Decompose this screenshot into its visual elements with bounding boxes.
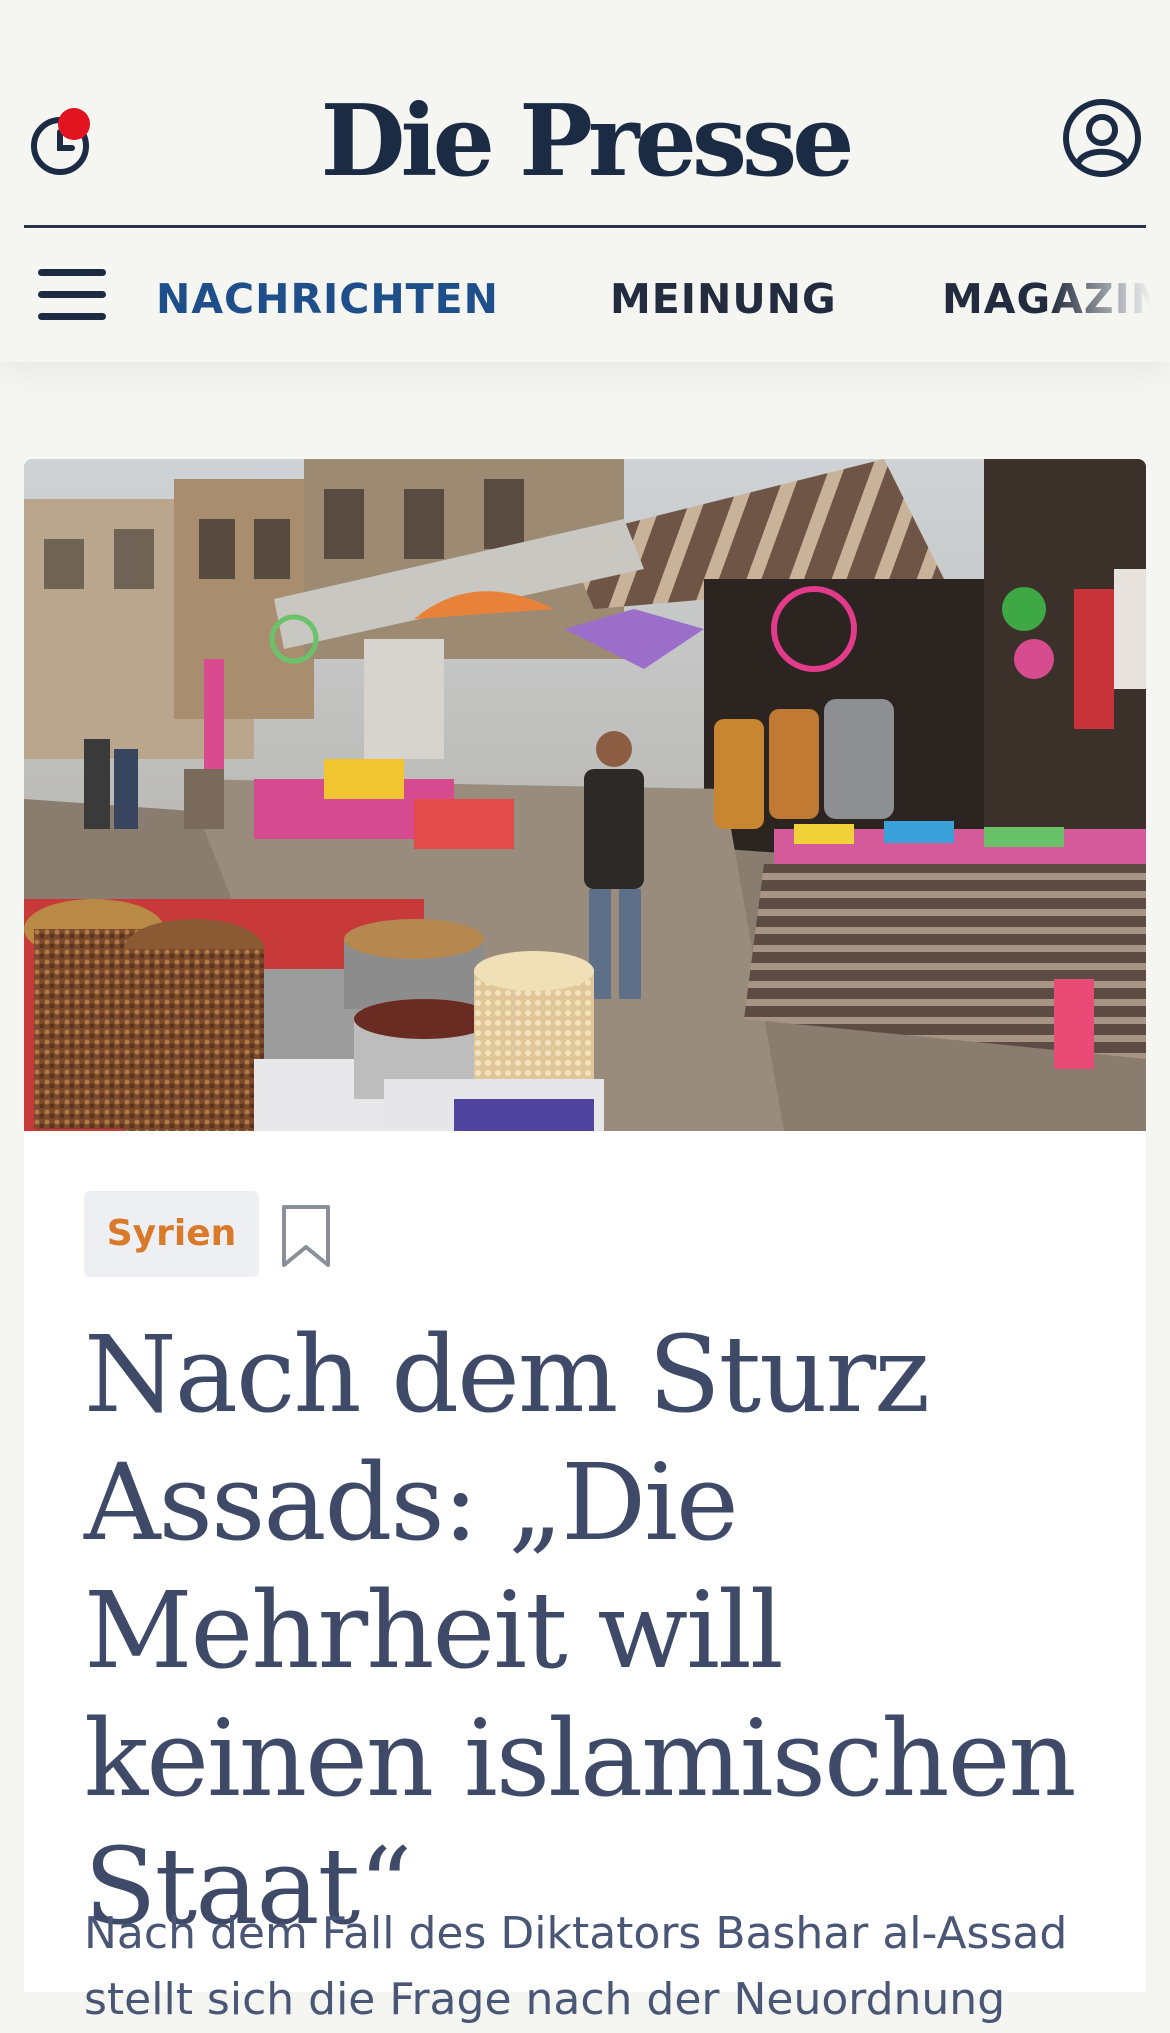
bookmark-button[interactable] [280, 1203, 332, 1269]
bookmark-icon [282, 1205, 330, 1267]
category-tag[interactable]: Syrien [84, 1191, 259, 1277]
site-logo[interactable]: Die Presse [0, 84, 1170, 199]
nav-item-nachrichten[interactable]: NACHRICHTEN [156, 275, 499, 323]
top-bar: Die Presse [0, 60, 1170, 220]
article-lead: Nach dem Fall des Diktators Bashar al-As… [84, 1908, 1068, 2025]
nav-item-meinung[interactable]: MEINUNG [610, 275, 837, 323]
menu-button[interactable] [38, 269, 106, 321]
user-icon [1063, 99, 1141, 177]
site-header: Die Presse NACHRICHTEN MEINUNG MAGAZIN [0, 0, 1170, 362]
section-nav: NACHRICHTEN MEINUNG MAGAZIN [0, 255, 1170, 335]
article-card[interactable]: Syrien Nach dem Sturz Assads: „Die Mehrh… [24, 1131, 1146, 2025]
market-photo [24, 459, 1146, 1131]
article-headline[interactable]: Nach dem Sturz Assads: „Die Mehrheit wil… [84, 1311, 1084, 1951]
article-hero-image[interactable] [24, 459, 1146, 1131]
header-divider [24, 225, 1146, 228]
nav-fade [1050, 255, 1170, 335]
account-button[interactable] [1062, 98, 1142, 178]
menu-icon [38, 269, 106, 276]
